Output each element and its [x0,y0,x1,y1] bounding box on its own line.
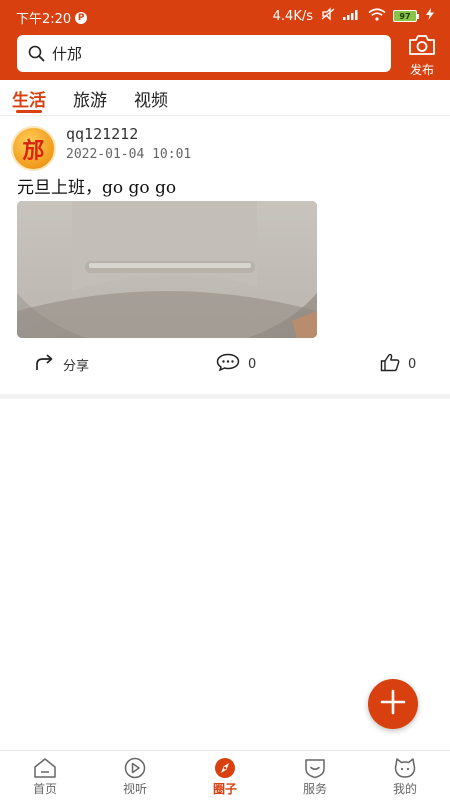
service-icon [303,757,327,779]
tab-life[interactable]: 生活 [12,86,46,111]
post-datetime: 2022-01-04 10:01 [66,147,192,162]
section-divider [0,394,450,399]
comment-count: 0 [248,356,257,372]
play-icon [123,757,147,779]
like-count: 0 [408,357,417,372]
nav-media-label: 视听 [122,782,147,796]
post-actions: 分享 0 0 [0,353,450,383]
category-tabs: 生活 旅游 视频 [0,80,450,116]
active-tab-indicator [16,110,42,113]
publish-button[interactable]: 发布 [402,34,442,77]
nav-media[interactable]: 视听 [105,757,165,797]
network-speed: 4.4K/s [272,8,313,24]
avatar[interactable]: 邡 [11,126,56,171]
nav-services-label: 服务 [302,782,327,796]
thumbs-up-icon [380,353,400,376]
battery-level: 97 [393,10,417,22]
home-icon [33,757,57,779]
nav-profile-label: 我的 [392,782,417,796]
add-post-button[interactable] [368,679,418,729]
nav-home[interactable]: 首页 [15,757,75,797]
post-text: 元旦上班，go go go [17,178,177,198]
bottom-navigation: 首页 视听 圈子 服务 我的 [0,750,450,800]
search-bar[interactable]: 什邡 [17,35,391,72]
charging-icon [426,8,434,24]
camera-icon [408,35,436,60]
tab-travel[interactable]: 旅游 [73,86,107,111]
post-username[interactable]: qq121212 [66,125,138,143]
wifi-icon [368,7,386,25]
publish-label: 发布 [409,63,434,77]
mute-icon [320,7,336,25]
compass-icon [213,757,237,779]
nav-circle-label: 圈子 [212,782,237,796]
share-button[interactable]: 分享 [35,353,89,375]
app-header: 下午2:20 P 4.4K/s 97 什邡 发布 [0,0,450,80]
battery-icon: 97 [393,10,419,22]
post-image[interactable] [17,201,317,338]
profile-icon [393,757,417,779]
comment-icon [216,353,240,375]
comment-button[interactable]: 0 [216,353,256,375]
nav-profile[interactable]: 我的 [375,757,435,797]
signal-icon [343,8,361,24]
nav-home-label: 首页 [32,782,57,796]
share-label: 分享 [63,358,90,374]
plus-icon [380,689,406,719]
search-input[interactable]: 什邡 [52,43,82,64]
like-button[interactable]: 0 [380,353,416,376]
notification-badge-icon: P [75,11,88,24]
nav-circle[interactable]: 圈子 [195,757,255,797]
tab-video[interactable]: 视频 [134,86,168,111]
nav-services[interactable]: 服务 [285,757,345,797]
status-time: 下午2:20 [16,12,72,27]
post-card[interactable]: 邡 qq121212 2022-01-04 10:01 元旦上班，go go g… [0,117,450,399]
share-icon [35,353,55,375]
search-icon [28,45,46,63]
status-bar: 下午2:20 P 4.4K/s 97 [0,0,450,32]
